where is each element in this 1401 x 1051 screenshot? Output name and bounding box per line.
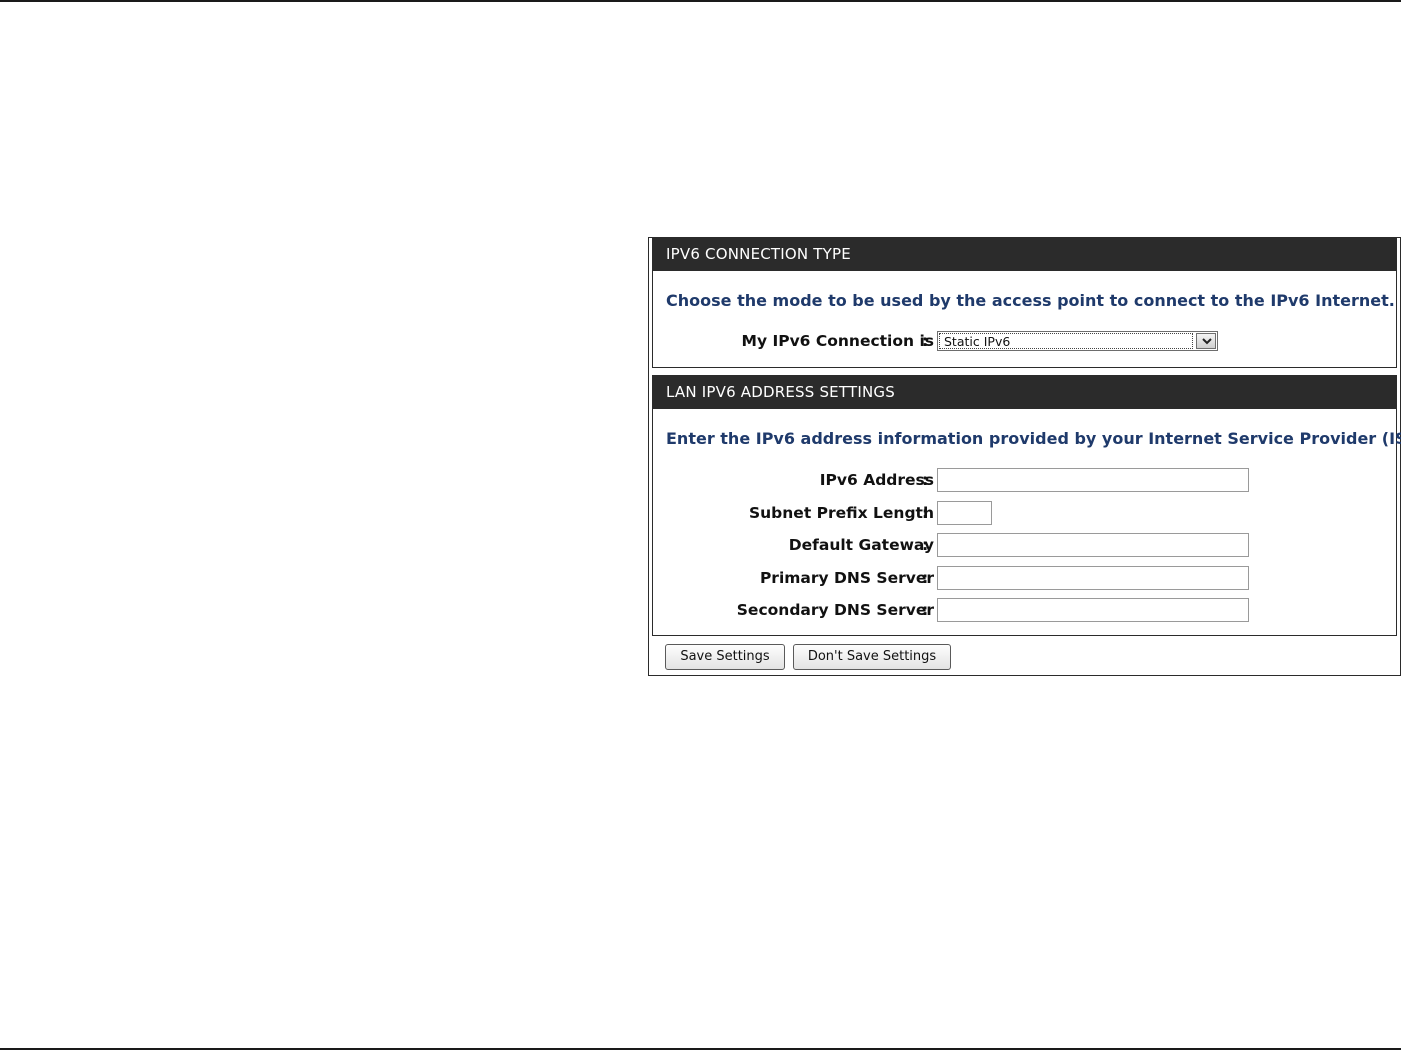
field-colon: : [922,601,929,619]
ipv6-connection-type-section: IPV6 CONNECTION TYPE Choose the mode to … [652,238,1397,368]
subnet-prefix-length-input[interactable] [937,501,992,525]
section-header: LAN IPV6 ADDRESS SETTINGS [653,376,1396,409]
field-colon: : [922,504,929,522]
field-label: Default Gateway [788,536,934,554]
section-description: Choose the mode to be used by the access… [666,291,1395,310]
primary-dns-server-row: Primary DNS Server : [653,566,1396,592]
ipv6-settings-panel: IPV6 CONNECTION TYPE Choose the mode to … [648,237,1401,676]
dont-save-settings-button[interactable]: Don't Save Settings [793,644,951,670]
field-colon: : [922,471,929,489]
default-gateway-row: Default Gateway : [653,533,1396,559]
save-settings-button[interactable]: Save Settings [665,644,785,670]
ipv6-address-input[interactable] [937,468,1249,492]
field-label: My IPv6 Connection is [741,332,934,350]
secondary-dns-server-input[interactable] [937,598,1249,622]
ipv6-address-row: IPv6 Address : [653,468,1396,494]
secondary-dns-server-row: Secondary DNS Server : [653,598,1396,624]
section-description: Enter the IPv6 address information provi… [666,429,1401,448]
chevron-down-icon[interactable] [1196,333,1216,349]
field-label: IPv6 Address [819,471,934,489]
section-header: IPV6 CONNECTION TYPE [653,238,1396,271]
select-value: Static IPv6 [939,333,1193,349]
field-colon: : [922,332,929,350]
lan-ipv6-address-section: LAN IPV6 ADDRESS SETTINGS Enter the IPv6… [652,375,1401,636]
field-label: Secondary DNS Server [736,601,934,619]
subnet-prefix-length-row: Subnet Prefix Length : [653,501,1396,527]
primary-dns-server-input[interactable] [937,566,1249,590]
bottom-divider [0,1048,1401,1050]
connection-type-select[interactable]: Static IPv6 [937,331,1218,351]
field-colon: : [922,536,929,554]
field-colon: : [922,569,929,587]
top-divider [0,0,1401,2]
field-label: Primary DNS Server [759,569,934,587]
field-label: Subnet Prefix Length [748,504,934,522]
default-gateway-input[interactable] [937,533,1249,557]
connection-type-row: My IPv6 Connection is : Static IPv6 [653,329,1396,355]
